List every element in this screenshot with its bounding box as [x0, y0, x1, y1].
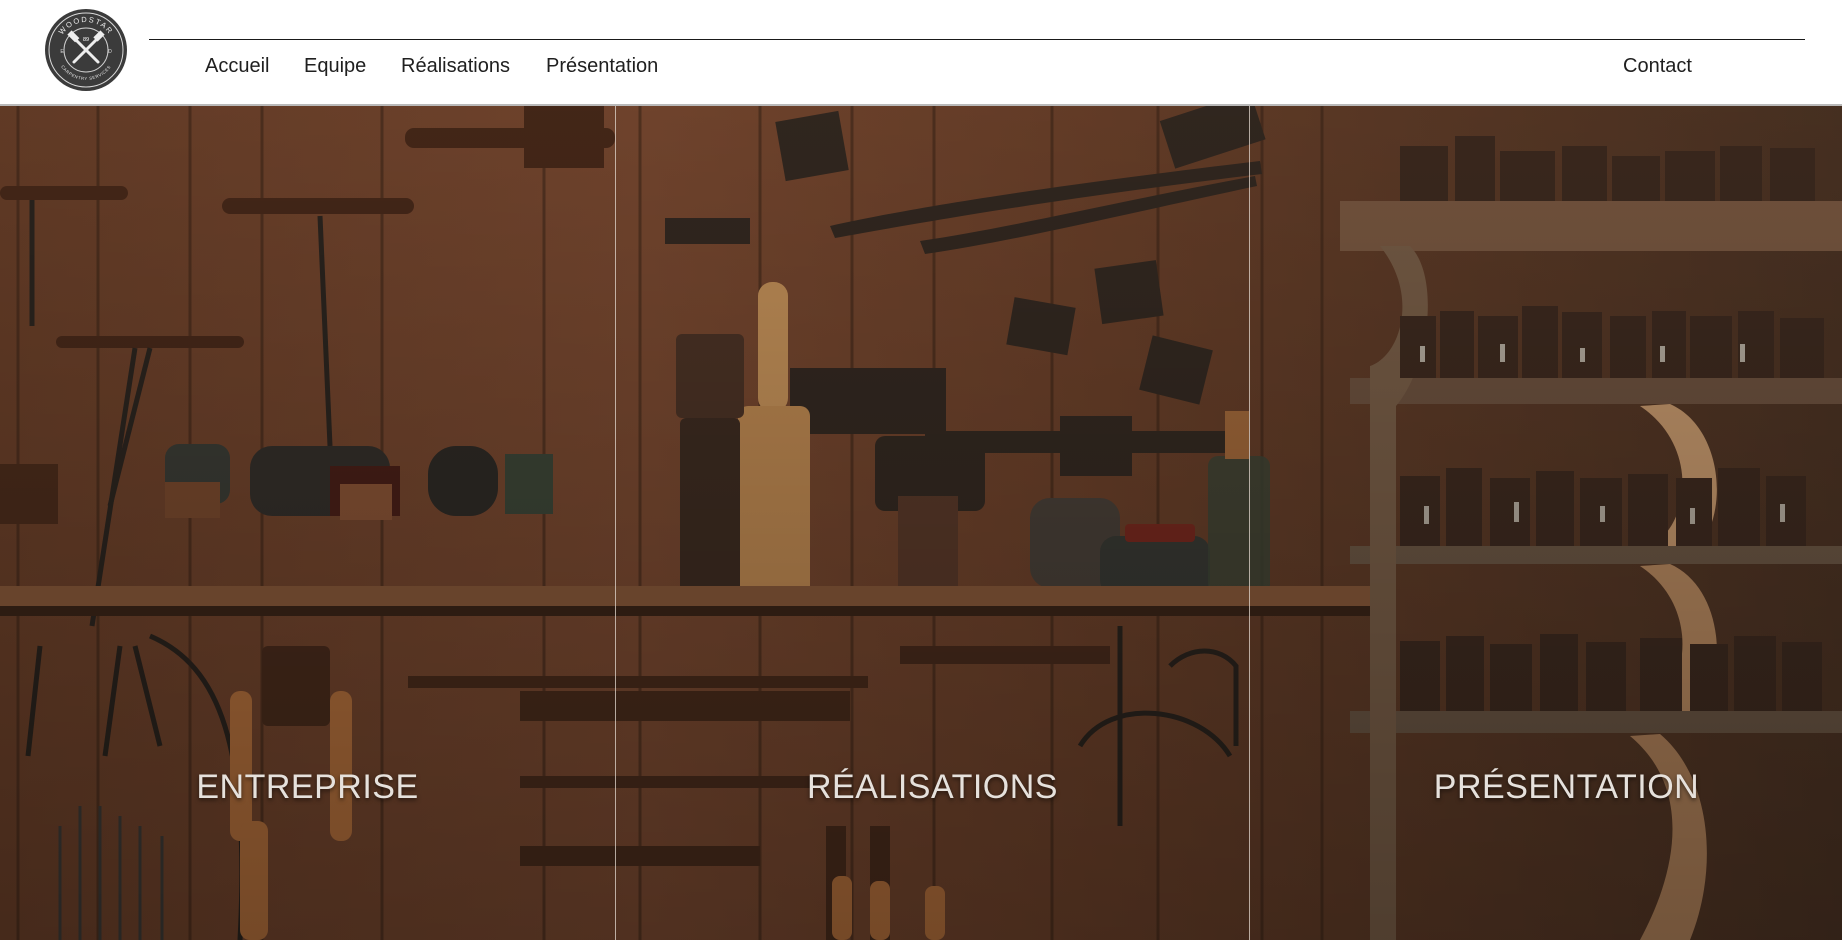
panel-label-presentation: PRÉSENTATION — [1433, 768, 1700, 806]
hero-section: ENTREPRISE RÉALISATIONS PRÉSENTATION — [0, 106, 1842, 940]
nav-contact[interactable]: Contact — [1623, 54, 1692, 78]
panel-presentation[interactable]: PRÉSENTATION — [1250, 106, 1842, 940]
panel-realisations[interactable]: RÉALISATIONS — [616, 106, 1249, 940]
nav-accueil[interactable]: Accueil — [205, 54, 269, 78]
nav-equipe[interactable]: Equipe — [304, 54, 366, 78]
logo-right-mark: D — [108, 49, 112, 55]
site-header: WOODSTAR CARPENTRY SERVICES 89 E D Accue… — [0, 0, 1842, 106]
header-rule — [149, 39, 1805, 40]
nav-realisations[interactable]: Réalisations — [401, 54, 510, 78]
panel-entreprise[interactable]: ENTREPRISE — [0, 106, 615, 940]
nav-presentation[interactable]: Présentation — [546, 54, 658, 78]
logo-emblem-icon: WOODSTAR CARPENTRY SERVICES 89 E D — [45, 9, 127, 91]
panel-label-entreprise: ENTREPRISE — [196, 768, 419, 806]
logo-center-mark: 89 — [83, 37, 89, 43]
woodstar-logo[interactable]: WOODSTAR CARPENTRY SERVICES 89 E D — [44, 8, 128, 92]
panel-label-realisations: RÉALISATIONS — [807, 768, 1058, 806]
